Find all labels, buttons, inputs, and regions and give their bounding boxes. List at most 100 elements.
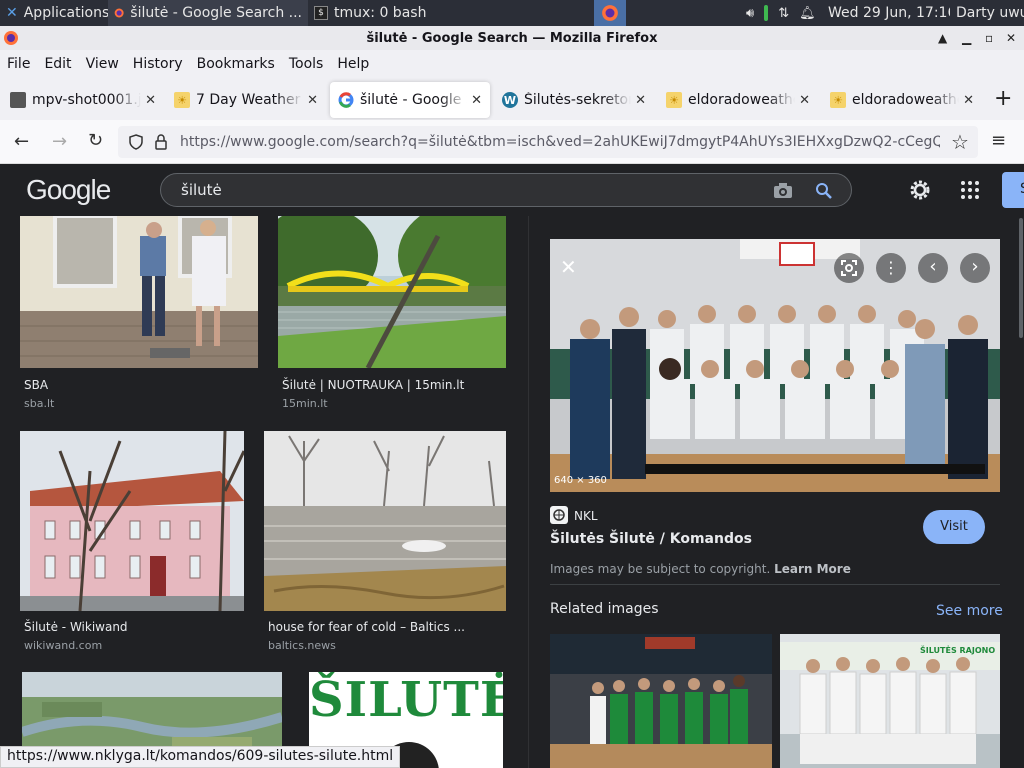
taskbar-window-tmux[interactable]: $ tmux: 0 bash [308, 0, 508, 26]
copyright-notice: Images may be subject to copyright. Lear… [550, 562, 851, 576]
network-icon[interactable]: ⇅ [778, 6, 789, 21]
tab-silutes-sekretoriatas[interactable]: W Šilutės-sekretoriatas ✕ [494, 82, 654, 118]
copyright-text: Images may be subject to copyright. [550, 562, 771, 576]
menu-edit[interactable]: Edit [44, 56, 71, 72]
google-logo[interactable]: Google [26, 174, 111, 206]
next-image-icon[interactable]: › [960, 253, 990, 283]
applications-label: Applications [23, 5, 108, 21]
system-taskbar: ✕ Applications šilutė - Google Search ..… [0, 0, 1024, 26]
lock-icon[interactable] [154, 134, 168, 150]
back-arrow-icon[interactable]: ← [14, 131, 29, 152]
window-shade-button[interactable]: ▲ [938, 26, 952, 50]
result-source[interactable]: wikiwand.com [24, 639, 102, 652]
previous-image-icon[interactable]: ‹ [918, 253, 948, 283]
user-menu[interactable]: Darty uwu [950, 0, 1024, 26]
tab-close-icon[interactable]: ✕ [799, 93, 810, 108]
preview-site-name[interactable]: NKL [574, 509, 598, 523]
related-image-1[interactable] [550, 634, 772, 768]
tab-eldoradoweather-1[interactable]: ☀ eldoradoweather ✕ [658, 82, 818, 118]
preview-image[interactable]: ✕ ⋮ ‹ › 640 × 360 [550, 239, 1000, 492]
result-thumbnail-baltics[interactable] [264, 431, 506, 611]
tab-close-icon[interactable]: ✕ [145, 93, 156, 108]
tab-eldoradoweather-2[interactable]: ☀ eldoradoweather ✕ [822, 82, 982, 118]
system-tray: 🔊︎ ⇅ 🔔︎ [740, 0, 820, 26]
visit-button[interactable]: Visit [923, 510, 985, 544]
result-title[interactable]: SBA [24, 378, 48, 392]
settings-gear-icon[interactable] [908, 178, 932, 202]
bookmark-star-icon[interactable]: ☆ [951, 130, 969, 154]
google-header: Google šilutė S [0, 164, 1024, 216]
weather-icon: ☀ [174, 92, 190, 108]
tab-close-icon[interactable]: ✕ [635, 93, 646, 108]
notification-bell-icon[interactable]: 🔔︎ [799, 6, 816, 21]
menu-file[interactable]: File [7, 56, 30, 72]
learn-more-link[interactable]: Learn More [774, 562, 851, 576]
window-minimize-button[interactable]: ▁ [962, 26, 976, 50]
silute-sign-text: ŠILUTĖ [309, 672, 503, 728]
tab-label: 7 Day Weather Forecast [196, 92, 303, 108]
result-title[interactable]: house for fear of cold – Baltics ... [268, 620, 465, 634]
menu-bookmarks[interactable]: Bookmarks [197, 56, 275, 72]
tab-mpv-shot[interactable]: mpv-shot0001.jpg ✕ [2, 82, 164, 118]
tab-close-icon[interactable]: ✕ [963, 93, 974, 108]
link-status-bar: https://www.nklyga.lt/komandos/609-silut… [0, 746, 401, 768]
menu-help[interactable]: Help [337, 56, 369, 72]
camera-icon[interactable] [773, 182, 793, 199]
see-more-link[interactable]: See more [936, 603, 1003, 619]
related-image-2[interactable]: ŠILUTĖS RAJONO [780, 634, 1000, 768]
battery-icon[interactable] [764, 5, 769, 21]
terminal-icon: $ [314, 6, 328, 20]
tab-label: eldoradoweather [852, 92, 959, 108]
window-maximize-button[interactable]: ▫ [985, 26, 999, 50]
window-title: šilutė - Google Search — Mozilla Firefox [366, 30, 658, 46]
tab-label: mpv-shot0001.jpg [32, 92, 142, 108]
result-title[interactable]: Šilutė | NUOTRAUKA | 15min.lt [282, 378, 464, 392]
hamburger-menu-icon[interactable]: ≡ [991, 130, 1006, 151]
result-title[interactable]: Šilutė - Wikiwand [24, 620, 128, 634]
search-query[interactable]: šilutė [181, 181, 222, 199]
xfce-icon: ✕ [6, 5, 18, 21]
url-bar[interactable]: https://www.google.com/search?q=šilutė&t… [118, 126, 978, 158]
menu-view[interactable]: View [86, 56, 119, 72]
result-source[interactable]: 15min.lt [282, 397, 328, 410]
navigation-bar: ← → ↻ https://www.google.com/search?q=ši… [0, 120, 1024, 164]
tracking-protection-icon[interactable] [128, 134, 144, 150]
tab-label: eldoradoweather [688, 92, 795, 108]
firefox-icon [114, 8, 124, 18]
result-thumbnail-sba[interactable] [20, 216, 258, 368]
tab-google-search[interactable]: šilutė - Google Search ✕ [330, 82, 490, 118]
result-source[interactable]: baltics.news [268, 639, 336, 652]
search-input[interactable]: šilutė [160, 173, 852, 207]
tab-weather-forecast[interactable]: ☀ 7 Day Weather Forecast ✕ [166, 82, 326, 118]
tab-bar: mpv-shot0001.jpg ✕ ☀ 7 Day Weather Forec… [0, 78, 1024, 120]
reload-icon[interactable]: ↻ [88, 130, 103, 151]
weather-icon: ☀ [666, 92, 682, 108]
close-preview-icon[interactable]: ✕ [560, 255, 577, 279]
google-apps-icon[interactable] [960, 180, 980, 200]
sign-in-button[interactable]: S [1002, 172, 1024, 208]
new-tab-button[interactable]: + [994, 88, 1012, 110]
tab-label: Šilutės-sekretoriatas [524, 92, 632, 108]
panel-scrollbar[interactable] [1019, 218, 1023, 338]
applications-menu[interactable]: ✕ Applications [0, 0, 108, 26]
preview-title[interactable]: Šilutės Šilutė / Komandos [550, 531, 752, 547]
url-text[interactable]: https://www.google.com/search?q=šilutė&t… [180, 134, 940, 150]
nkl-favicon-icon [550, 506, 568, 524]
taskbar-firefox-launcher[interactable] [594, 0, 626, 26]
window-close-button[interactable]: ✕ [1006, 26, 1020, 50]
google-lens-icon[interactable] [834, 253, 864, 283]
forward-arrow-icon[interactable]: → [52, 131, 67, 152]
more-options-icon[interactable]: ⋮ [876, 253, 906, 283]
menu-history[interactable]: History [133, 56, 183, 72]
result-thumbnail-15min[interactable] [278, 216, 506, 368]
taskbar-window-label: šilutė - Google Search ... [130, 5, 302, 21]
result-thumbnail-wikiwand[interactable] [20, 431, 244, 611]
search-icon[interactable] [815, 182, 833, 200]
volume-icon[interactable]: 🔊︎ [746, 6, 754, 21]
menu-tools[interactable]: Tools [289, 56, 324, 72]
taskbar-window-firefox[interactable]: šilutė - Google Search ... [108, 0, 308, 26]
tab-close-icon[interactable]: ✕ [307, 93, 318, 108]
clock[interactable]: Wed 29 Jun, 17:16 [822, 0, 950, 26]
result-source[interactable]: sba.lt [24, 397, 54, 410]
tab-close-icon[interactable]: ✕ [471, 93, 482, 108]
